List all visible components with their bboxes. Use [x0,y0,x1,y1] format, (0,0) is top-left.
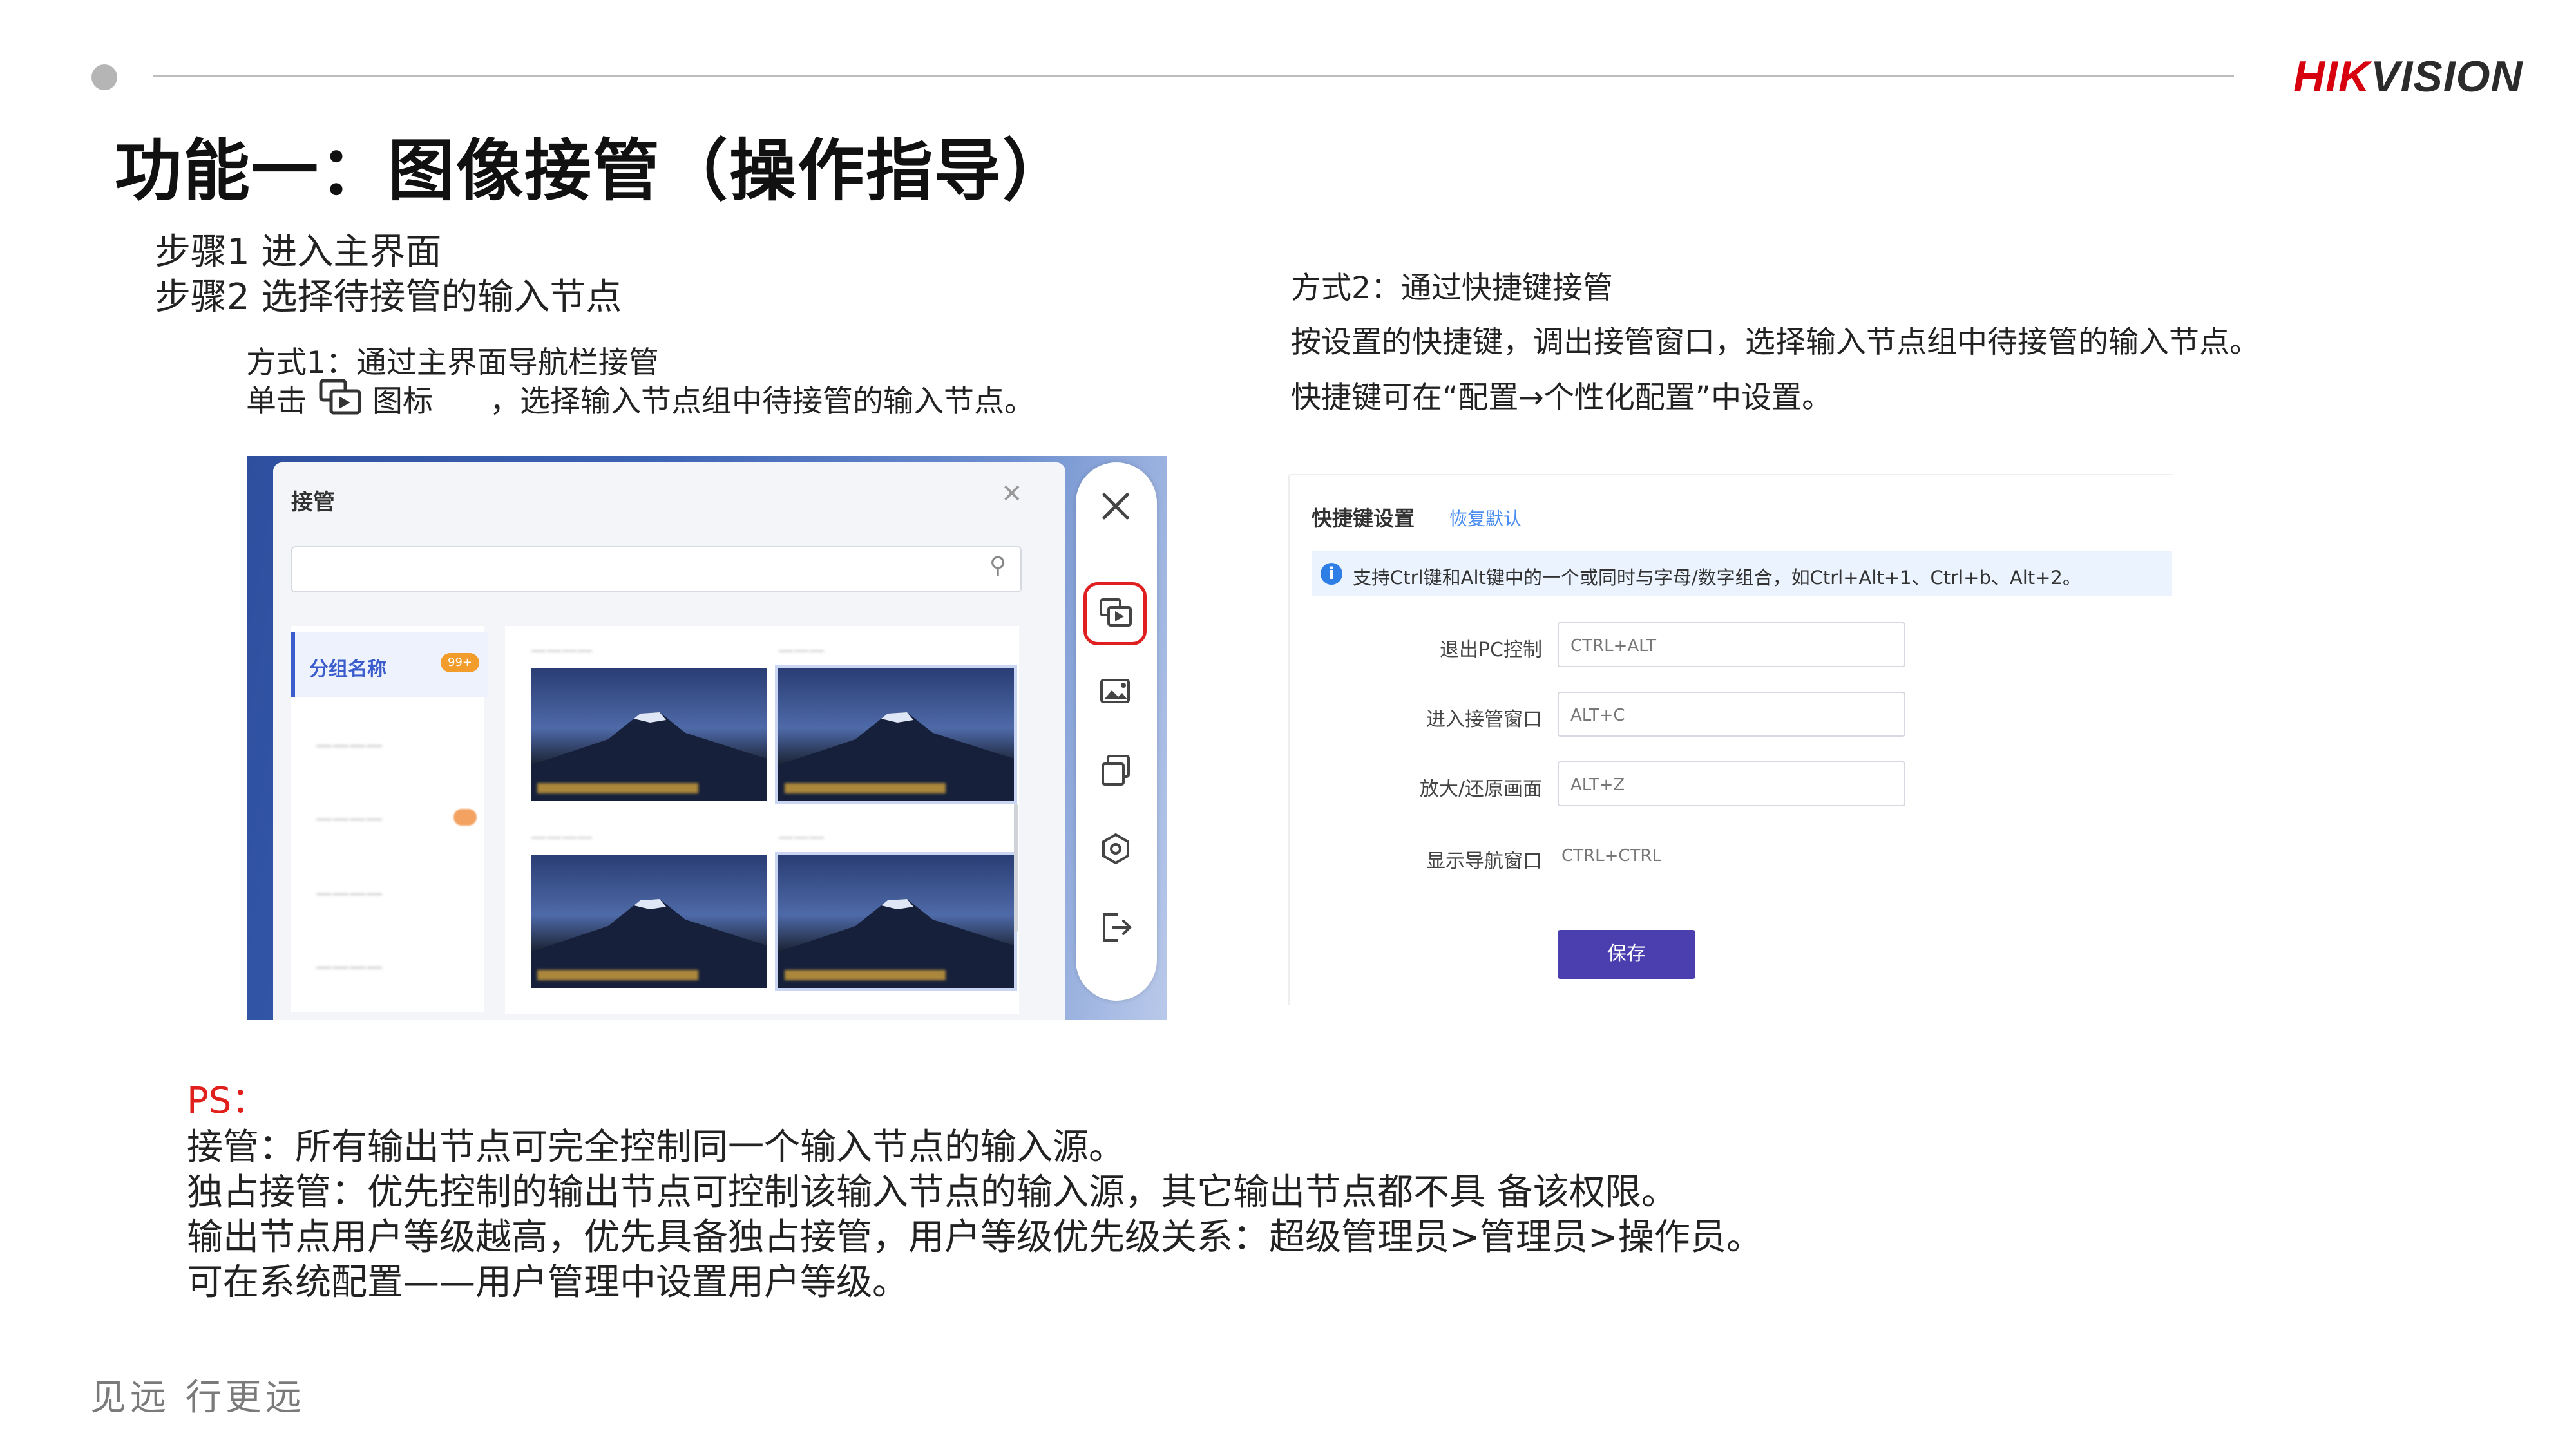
method1-prefix: 单击 [246,384,307,419]
shortcut-label: 退出PC控制 [1439,639,1542,661]
shortcut-settings-title: 快捷键设置 [1312,506,1415,531]
restore-default-link[interactable]: 恢复默认 [1449,505,1522,531]
header-rule [153,75,2234,77]
method1-icon-word: 图标 [372,384,433,419]
step-1: 步骤1 进入主界面 [155,231,442,273]
group-count-badge: 99+ [441,653,479,672]
group-item-blurred[interactable]: 一一一一 [316,808,383,831]
method1-title: 方式1：通过主界面导航栏接管 [246,345,659,381]
image-icon[interactable] [1085,661,1147,723]
footer-slogan: 见远 行更远 [90,1377,305,1419]
search-input[interactable] [291,546,1022,592]
shortcut-panel-border [1288,475,1290,1005]
shortcut-value: ALT+C [1570,706,1625,725]
step-2: 步骤2 选择待接管的输入节点 [155,276,622,318]
dialog-title: 接管 [291,489,335,515]
method2-line2: 快捷键可在“配置→个性化配置”中设置。 [1291,380,1833,415]
shortcut-value[interactable]: CTRL+CTRL [1561,846,1661,866]
grid-scrollbar[interactable] [1014,804,1018,933]
thumb-caption: 一一一一 [531,829,593,848]
page-title: 功能一：图像接管（操作指导） [115,131,1071,210]
method2-title: 方式2：通过快捷键接管 [1291,270,1613,306]
ps-label: PS： [187,1080,268,1122]
input-node-thumbnail[interactable] [775,665,1017,804]
settings-icon[interactable] [1085,818,1147,880]
group-badge-blurred [453,809,477,826]
input-node-thumbnail[interactable] [775,852,1017,991]
group-item-blurred[interactable]: 一一一一 [316,882,383,906]
thumb-caption: 一一一 [778,829,825,848]
shortcut-panel-border [1290,474,2173,475]
group-item-label: 分组名称 [309,658,386,681]
info-text: 支持Ctrl键和Alt键中的一个或同时与字母/数字组合，如Ctrl+Alt+1、… [1353,567,2081,589]
input-node-thumbnail[interactable] [531,668,767,801]
note-line: 可在系统配置——用户管理中设置用户等级。 [187,1262,908,1303]
method1-suffix: ，选择输入节点组中待接管的输入节点。 [490,384,1035,419]
input-node-thumbnail[interactable] [531,855,767,988]
takeover-icon[interactable] [1084,583,1146,645]
logout-icon[interactable] [1085,896,1147,958]
takeover-screenshot: 接管 ✕ ⚲ 分组名称 99+ 一一一一 一一一一 一一一一 一一一一 一一一一… [247,456,1167,1020]
note-line: 独占接管：优先控制的输出节点可控制该输入节点的输入源，其它输出节点都不具 备该权… [187,1171,1677,1213]
shortcut-label: 放大/还原画面 [1419,778,1542,800]
thumb-caption: 一一一 [778,643,825,661]
thumb-caption: 一一一一 [531,643,593,661]
group-item-blurred[interactable]: 一一一一 [316,734,383,758]
save-button[interactable]: 保存 [1558,930,1695,979]
hikvision-logo: HIKVISION [2293,52,2523,101]
search-icon[interactable]: ⚲ [989,553,1006,579]
shortcut-value: CTRL+ALT [1570,636,1656,656]
dialog-close-icon[interactable]: ✕ [1001,479,1023,509]
takeover-icon [317,377,363,419]
close-icon[interactable] [1085,475,1147,537]
copy-windows-icon[interactable] [1085,739,1147,801]
note-line: 输出节点用户等级越高，优先具备独占接管，用户等级优先级关系：超级管理员>管理员>… [187,1217,1762,1258]
shortcut-value: ALT+Z [1570,775,1625,795]
shortcut-label: 进入接管窗口 [1426,708,1542,731]
method2-line1: 按设置的快捷键，调出接管窗口，选择输入节点组中待接管的输入节点。 [1291,325,2260,360]
note-line: 接管：所有输出节点可完全控制同一个输入节点的输入源。 [187,1126,1125,1168]
shortcut-label: 显示导航窗口 [1426,850,1542,873]
info-icon: i [1321,563,1342,585]
group-item-blurred[interactable]: 一一一一 [316,956,383,980]
header-dot [91,64,117,90]
